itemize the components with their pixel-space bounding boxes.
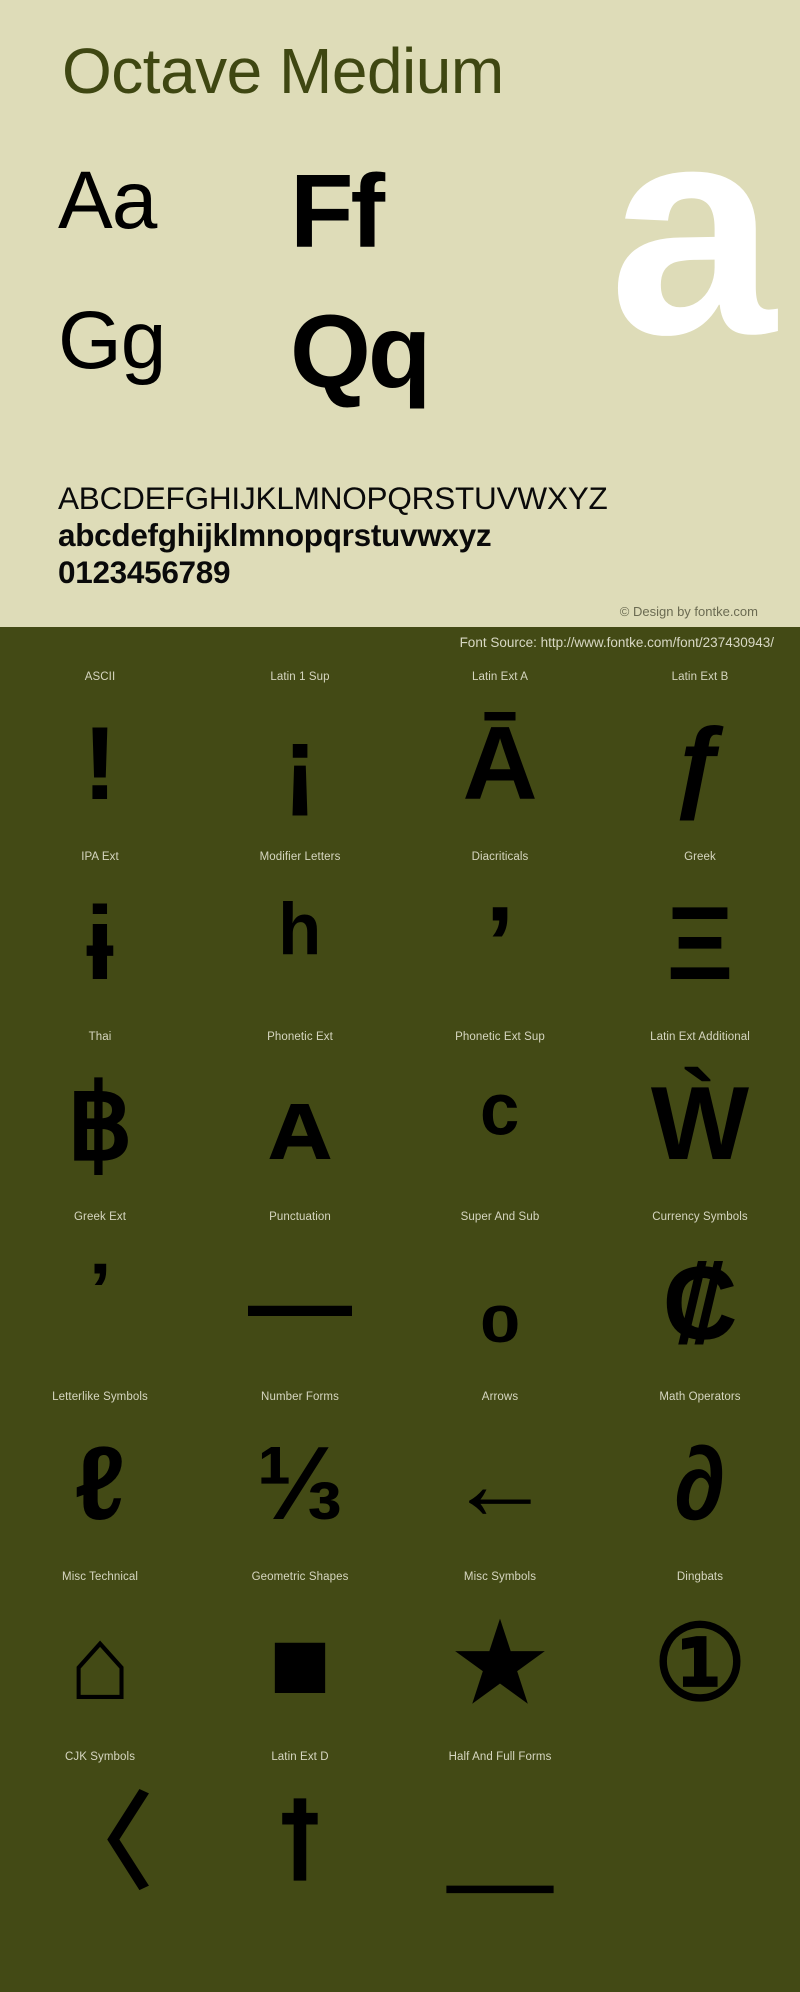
unicode-block-cell[interactable]: ASCII! (0, 663, 200, 843)
unicode-block-glyph: ₀ (476, 1246, 524, 1362)
unicode-block-glyph: ᾽ (82, 1246, 118, 1362)
unicode-block-label: IPA Ext (81, 851, 119, 863)
unicode-block-label: Thai (88, 1031, 112, 1043)
letter-pair-sample: Ff (290, 154, 385, 270)
unicode-block-cell-empty (600, 1743, 800, 1923)
unicode-block-label: Misc Technical (62, 1571, 138, 1583)
unicode-block-label: Phonetic Ext (267, 1031, 333, 1043)
unicode-block-cell[interactable]: Diacriticals̓ (400, 843, 600, 1023)
unicode-block-glyph: ℓ (74, 1426, 126, 1542)
unicode-block-cell[interactable]: Misc Technical ⌂ (0, 1563, 200, 1743)
unicode-block-cell[interactable]: Greek Ξ (600, 843, 800, 1023)
unicode-block-cell[interactable]: IPA Ext ɨ (0, 843, 200, 1023)
unicode-block-cell[interactable]: Half And Full Forms ＿ (400, 1743, 600, 1923)
unicode-block-cell[interactable]: Thai ฿ (0, 1023, 200, 1203)
unicode-block-label: Phonetic Ext Sup (455, 1031, 545, 1043)
unicode-block-glyph: — (248, 1246, 352, 1362)
unicode-block-cell[interactable]: Geometric Shapes ■ (200, 1563, 400, 1743)
unicode-block-glyph: ᴀ (269, 1066, 331, 1182)
unicode-block-label: Arrows (481, 1391, 519, 1403)
unicode-block-cell[interactable]: Letterlike Symbols ℓ (0, 1383, 200, 1563)
unicode-block-cell[interactable]: Punctuation — (200, 1203, 400, 1383)
font-source-link[interactable]: Font Source: http://www.fontke.com/font/… (460, 635, 774, 650)
unicode-block-label: Currency Symbols (652, 1211, 748, 1223)
unicode-block-label: Greek Ext (73, 1211, 127, 1223)
unicode-block-cell[interactable]: Phonetic Ext ᴀ (200, 1023, 400, 1203)
unicode-block-glyph: ＿ (447, 1786, 552, 1902)
unicode-block-glyph: ⅓ (256, 1426, 344, 1542)
unicode-block-glyph: ̓ (400, 869, 600, 1019)
specimen-dark-panel: Font Source: http://www.fontke.com/font/… (0, 627, 800, 1992)
unicode-block-cell[interactable]: Latin Ext Additional Ẁ (600, 1023, 800, 1203)
unicode-block-label: Greek (684, 851, 716, 863)
unicode-block-label: Latin Ext B (671, 671, 729, 683)
unicode-block-glyph: ฿ (66, 1066, 134, 1182)
unicode-block-cell[interactable]: Latin Ext B ƒ (600, 663, 800, 843)
unicode-block-cell[interactable]: Greek Ext ᾽ (0, 1203, 200, 1383)
unicode-block-label: Math Operators (659, 1391, 741, 1403)
unicode-block-glyph: ∂ (674, 1426, 726, 1542)
unicode-block-cell[interactable]: Latin Ext D ꝉ (200, 1743, 400, 1923)
unicode-block-cell[interactable]: Currency Symbols ₡ (600, 1203, 800, 1383)
alphabet-block: ABCDEFGHIJKLMNOPQRSTUVWXYZ abcdefghijklm… (58, 480, 608, 591)
unicode-block-glyph: Ā (462, 706, 538, 822)
letter-pair-sample: Gg (58, 295, 166, 386)
unicode-block-cell[interactable]: Latin Ext A Ā (400, 663, 600, 843)
unicode-block-cell[interactable]: Dingbats ① (600, 1563, 800, 1743)
unicode-block-glyph: ᶜ (480, 1066, 520, 1182)
alphabet-lowercase: abcdefghijklmnopqrstuvwxyz (58, 517, 492, 554)
unicode-block-label: CJK Symbols (64, 1751, 136, 1763)
unicode-block-glyph: ⌂ (68, 1606, 132, 1722)
showcase-big-letter: a (609, 61, 776, 397)
letter-pair-grid: Aa Ff Gg Qq (58, 160, 478, 440)
alphabet-uppercase: ABCDEFGHIJKLMNOPQRSTUVWXYZ (58, 480, 608, 516)
unicode-block-label: Number Forms (261, 1391, 339, 1403)
unicode-block-cell[interactable]: Misc Symbols ★ (400, 1563, 600, 1743)
letter-pair-sample: Aa (58, 155, 157, 246)
unicode-block-label: Latin Ext Additional (650, 1031, 750, 1043)
unicode-block-label: Modifier Letters (259, 851, 341, 863)
unicode-block-glyph: ₡ (662, 1246, 738, 1362)
unicode-block-cell[interactable]: Modifier Letters ʰ (200, 843, 400, 1023)
unicode-block-glyph: 〈 (47, 1786, 152, 1902)
unicode-block-glyph: ɨ (85, 886, 115, 1002)
unicode-block-label: ASCII (84, 671, 116, 683)
font-title: Octave Medium (62, 35, 504, 107)
unicode-block-glyph: ! (82, 706, 118, 822)
unicode-block-glyph: Ẁ (650, 1066, 750, 1182)
unicode-block-glyph: ← (448, 1426, 552, 1542)
unicode-block-label: Half And Full Forms (448, 1751, 552, 1763)
unicode-block-glyph: ★ (453, 1606, 547, 1722)
unicode-block-label: Latin Ext D (271, 1751, 329, 1763)
unicode-block-glyph: ¡ (282, 706, 318, 822)
unicode-block-label: Geometric Shapes (251, 1571, 349, 1583)
unicode-block-cell[interactable]: Number Forms ⅓ (200, 1383, 400, 1563)
unicode-block-glyph: Ξ (666, 886, 734, 1002)
unicode-block-cell[interactable]: Latin 1 Sup ¡ (200, 663, 400, 843)
unicode-block-label: Latin 1 Sup (270, 671, 330, 683)
letter-pair-sample: Qq (290, 294, 431, 410)
unicode-block-label: Super And Sub (460, 1211, 540, 1223)
unicode-block-cell[interactable]: Math Operators ∂ (600, 1383, 800, 1563)
unicode-block-cell[interactable]: Phonetic Ext Sup ᶜ (400, 1023, 600, 1203)
unicode-block-label: Dingbats (676, 1571, 724, 1583)
unicode-block-label: Punctuation (269, 1211, 331, 1223)
unicode-block-label: Diacriticals (471, 851, 529, 863)
unicode-block-glyph: ʰ (280, 886, 320, 1002)
unicode-block-label: Latin Ext A (471, 671, 529, 683)
unicode-block-glyph: ■ (268, 1606, 332, 1722)
unicode-block-glyph: ① (653, 1606, 747, 1722)
unicode-block-cell[interactable]: Super And Sub ₀ (400, 1203, 600, 1383)
unicode-block-label: Letterlike Symbols (52, 1391, 148, 1403)
unicode-block-glyph: ƒ (671, 706, 729, 822)
unicode-block-cell[interactable]: CJK Symbols 〈 (0, 1743, 200, 1923)
unicode-block-label: Misc Symbols (463, 1571, 537, 1583)
alphabet-digits: 0123456789 (58, 554, 231, 591)
unicode-block-grid: ASCII! Latin 1 Sup ¡ Latin Ext A Ā Latin Ext … (0, 663, 800, 1923)
unicode-block-cell[interactable]: Arrows ← (400, 1383, 600, 1563)
unicode-block-glyph: ꝉ (277, 1786, 323, 1902)
copyright-notice: © Design by fontke.com (619, 604, 758, 619)
specimen-light-panel: Octave Medium a Aa Ff Gg Qq ABCDEFGHIJKL… (0, 0, 800, 627)
